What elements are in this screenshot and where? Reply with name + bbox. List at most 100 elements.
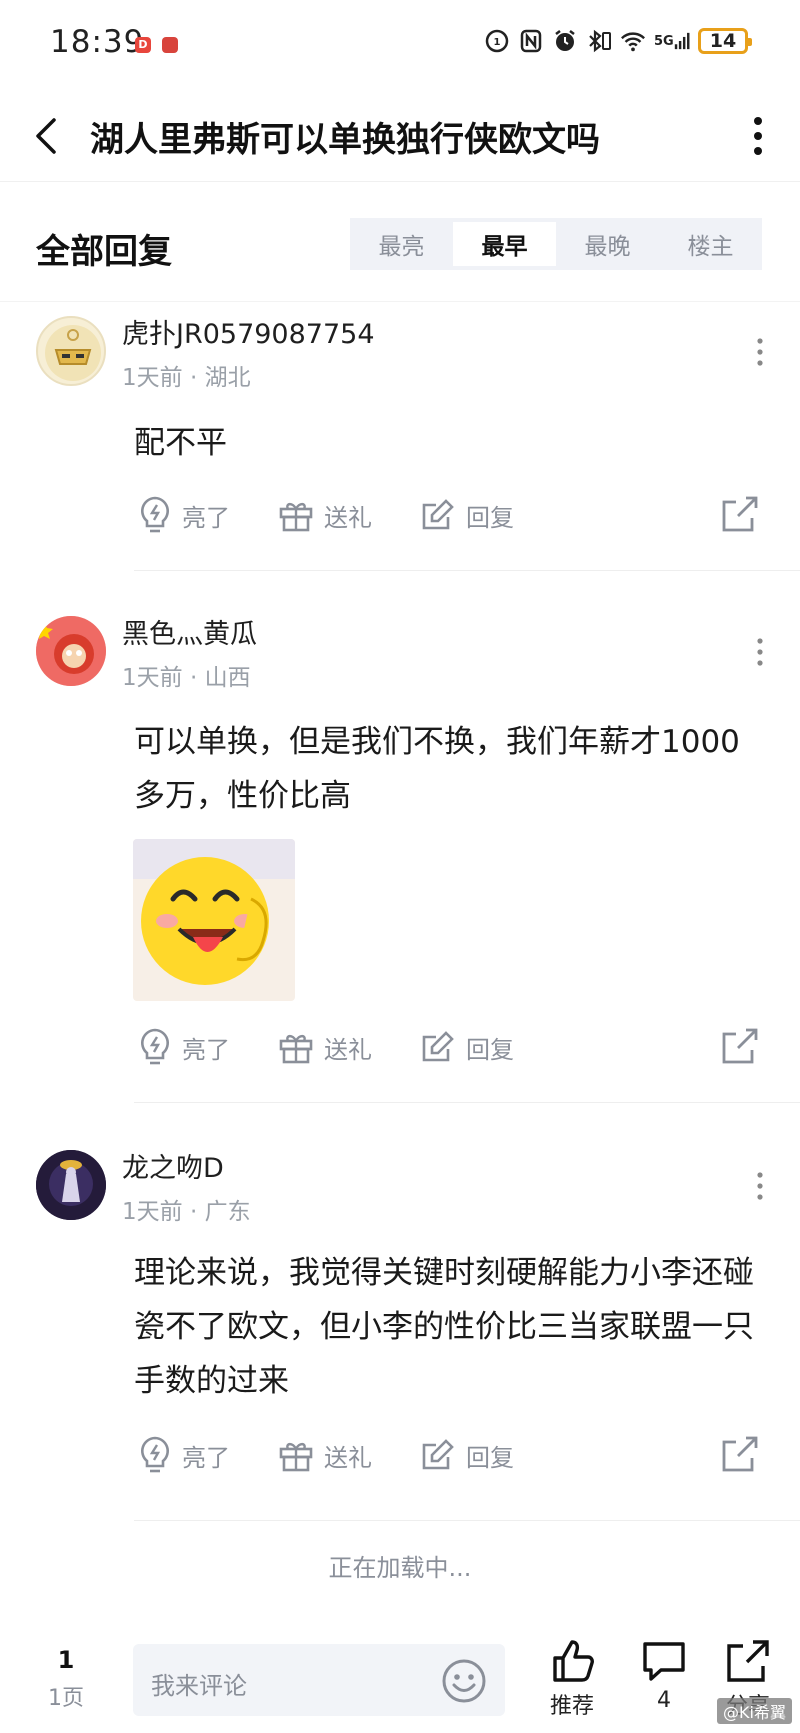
tab-earliest[interactable]: 最早: [453, 222, 556, 266]
reply-label: 回复: [466, 1443, 514, 1472]
chat-bubble-icon: [643, 1642, 685, 1681]
comments-button[interactable]: 4: [624, 1638, 704, 1713]
avatar[interactable]: [36, 1150, 106, 1220]
battery-icon: 14: [698, 28, 752, 54]
username[interactable]: 黑色灬黄瓜: [122, 612, 257, 651]
comment-location: 山西: [204, 665, 251, 691]
share-comment-button[interactable]: [720, 1434, 762, 1476]
recommend-label: 推荐: [549, 1694, 594, 1719]
alarm-icon: [552, 28, 578, 54]
comment-location: 广东: [204, 1199, 251, 1225]
avatar-image: [36, 616, 106, 686]
avatar-image: [45, 325, 101, 381]
comment-item: 龙之吻D 1天前 · 广东 理论来说，我觉得关键时刻硬解能力小李还碰瓷不了欧文，…: [0, 1136, 800, 1522]
status-time: 18:39: [50, 24, 145, 60]
comment-item: 虎扑JR0579087754 1天前 · 湖北 配不平 亮了 送礼 回复: [0, 302, 800, 574]
comment-divider: [134, 1102, 800, 1103]
comment-actions: 亮了 送礼 回复: [0, 1430, 800, 1480]
comment-item: 黑色灬黄瓜 1天前 · 山西 可以单换，但是我们不换，我们年薪才1000多万，性…: [0, 602, 800, 1104]
comment-time: 1天前: [122, 665, 183, 691]
like-label: 亮了: [182, 1035, 230, 1064]
comment-more-button[interactable]: [750, 632, 770, 672]
section-title: 全部回复: [36, 232, 172, 272]
top-nav-bar: 湖人里弗斯可以单换独行侠欧文吗: [0, 90, 800, 182]
gift-label: 送礼: [324, 503, 372, 532]
light-bulb-icon: [141, 496, 169, 533]
comment-text: 理论来说，我觉得关键时刻硬解能力小李还碰瓷不了欧文，但小李的性价比三当家联盟一只…: [134, 1255, 754, 1399]
hd-icon: 1: [484, 28, 510, 54]
edit-icon: [422, 1031, 454, 1062]
like-button[interactable]: 亮了: [138, 490, 230, 540]
like-button[interactable]: 亮了: [138, 1430, 230, 1480]
share-comment-button[interactable]: [720, 494, 762, 536]
comment-meta: 1天前 · 广东: [122, 1199, 251, 1225]
vertical-dots-icon: [754, 117, 762, 155]
vertical-dots-icon: [757, 1172, 763, 1200]
reply-button[interactable]: 回复: [420, 1022, 514, 1072]
gift-button[interactable]: 送礼: [278, 1022, 372, 1072]
comment-divider: [134, 570, 800, 571]
emoji-sticker-image[interactable]: [133, 839, 295, 1001]
app-notification-icon-2: [162, 37, 178, 53]
reply-label: 回复: [466, 1035, 514, 1064]
share-icon: [722, 496, 758, 532]
comment-meta: 1天前 · 湖北: [122, 365, 251, 391]
edit-icon: [422, 499, 454, 530]
tab-latest[interactable]: 最晚: [556, 218, 659, 270]
back-button[interactable]: [24, 110, 68, 162]
bluetooth-icon: [586, 28, 612, 54]
smiley-icon: [442, 1659, 486, 1703]
vertical-dots-icon: [757, 638, 763, 666]
watermark: @Ki希翼: [717, 1698, 792, 1724]
share-icon: [727, 1640, 769, 1682]
loading-indicator: 正在加载中...: [328, 1554, 472, 1582]
share-comment-button[interactable]: [720, 1026, 762, 1068]
reply-button[interactable]: 回复: [420, 490, 514, 540]
comment-divider: [134, 1520, 800, 1521]
replies-section-header: 全部回复 最亮 最早 最晚 楼主: [0, 182, 800, 302]
gift-icon: [279, 1034, 313, 1064]
comment-input[interactable]: 我来评论: [133, 1644, 505, 1716]
svg-text:1: 1: [494, 37, 501, 48]
avatar[interactable]: [36, 316, 106, 386]
gift-button[interactable]: 送礼: [278, 490, 372, 540]
gift-label: 送礼: [324, 1035, 372, 1064]
comment-text: 可以单换，但是我们不换，我们年薪才1000多万，性价比高: [134, 724, 740, 814]
thumbs-up-icon: [553, 1640, 594, 1682]
comment-actions: 亮了 送礼 回复: [0, 490, 800, 540]
comment-more-button[interactable]: [750, 1166, 770, 1206]
username[interactable]: 龙之吻D: [122, 1146, 224, 1185]
gift-button[interactable]: 送礼: [278, 1430, 372, 1480]
comment-meta: 1天前 · 山西: [122, 665, 251, 691]
page-title: 湖人里弗斯可以单换独行侠欧文吗: [90, 120, 600, 160]
comment-location: 湖北: [204, 365, 251, 391]
vertical-dots-icon: [757, 338, 763, 366]
tab-brightest[interactable]: 最亮: [350, 218, 453, 270]
emoji-button[interactable]: [441, 1658, 487, 1704]
username[interactable]: 虎扑JR0579087754: [122, 312, 375, 351]
like-label: 亮了: [182, 503, 230, 532]
like-button[interactable]: 亮了: [138, 1022, 230, 1072]
status-bar: 18:39 D 1 5G 14: [0, 0, 800, 90]
tab-op-only[interactable]: 楼主: [659, 218, 762, 270]
reply-button[interactable]: 回复: [420, 1430, 514, 1480]
sort-tabs: 最亮 最早 最晚 楼主: [350, 218, 762, 270]
avatar[interactable]: [36, 616, 106, 686]
page-indicator[interactable]: 1 1页: [40, 1646, 92, 1712]
recommend-button[interactable]: 推荐: [532, 1638, 612, 1720]
reply-label: 回复: [466, 503, 514, 532]
comment-more-button[interactable]: [750, 332, 770, 372]
more-options-button[interactable]: [738, 110, 778, 162]
comment-actions: 亮了 送礼 回复: [0, 1022, 800, 1072]
gift-icon: [279, 1442, 313, 1472]
share-icon: [722, 1436, 758, 1472]
wifi-icon: [620, 28, 646, 54]
gift-label: 送礼: [324, 1443, 372, 1472]
status-icons: 1 5G 14: [484, 28, 752, 54]
like-label: 亮了: [182, 1443, 230, 1472]
bottom-action-bar: 1 1页 我来评论 推荐 4 分享 @Ki希翼: [0, 1620, 800, 1733]
cellular-signal-icon: 5G: [654, 28, 690, 54]
edit-icon: [422, 1439, 454, 1470]
app-notification-icon: D: [135, 37, 151, 53]
light-bulb-icon: [141, 1028, 169, 1065]
